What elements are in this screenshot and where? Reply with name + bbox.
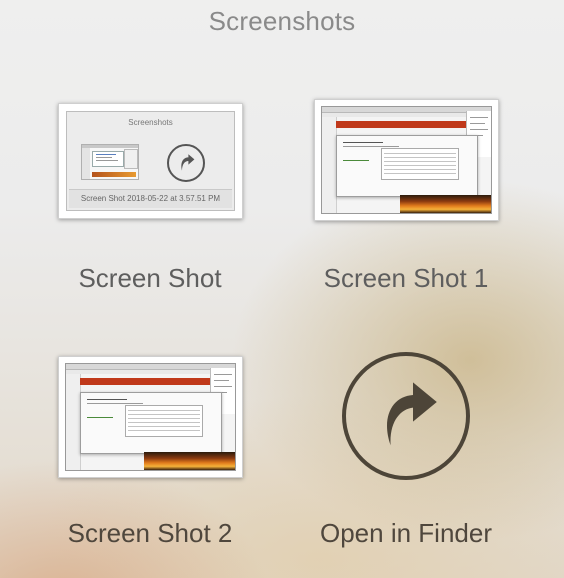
screenshot-item-3[interactable]: Screen Shot 2 <box>30 352 270 562</box>
item-label: Screen Shot 2 <box>67 518 233 548</box>
thumbnail-screen-preview <box>65 363 236 471</box>
item-label: Screen Shot <box>78 263 222 293</box>
open-in-finder-item[interactable]: Open in Finder <box>286 352 526 562</box>
thumbnail-mini-screenshot <box>81 144 139 180</box>
screenshot-item-2[interactable]: Screen Shot 1 <box>286 95 526 305</box>
screenshot-thumbnail[interactable] <box>58 356 243 478</box>
thumbnail-dialog-preview: Screenshots Screen Shot 2018-05-22 at 3.… <box>66 111 235 211</box>
thumbnail-dialog-title: Screenshots <box>128 118 173 127</box>
item-label: Open in Finder <box>320 518 492 548</box>
thumbnail-screen-preview <box>321 106 492 214</box>
screenshot-thumbnail[interactable]: Screenshots Screen Shot 2018-05-22 at 3.… <box>58 103 243 219</box>
thumbnail-share-icon <box>167 144 205 182</box>
share-arrow-icon[interactable] <box>342 352 470 480</box>
screenshot-item-1[interactable]: Screenshots Screen Shot 2018-05-22 at 3.… <box>30 95 270 305</box>
item-label: Screen Shot 1 <box>323 263 489 293</box>
screenshot-thumbnail[interactable] <box>314 99 499 221</box>
window-title: Screenshots <box>208 6 356 36</box>
thumbnail-caption: Screen Shot 2018-05-22 at 3.57.51 PM <box>69 189 232 208</box>
